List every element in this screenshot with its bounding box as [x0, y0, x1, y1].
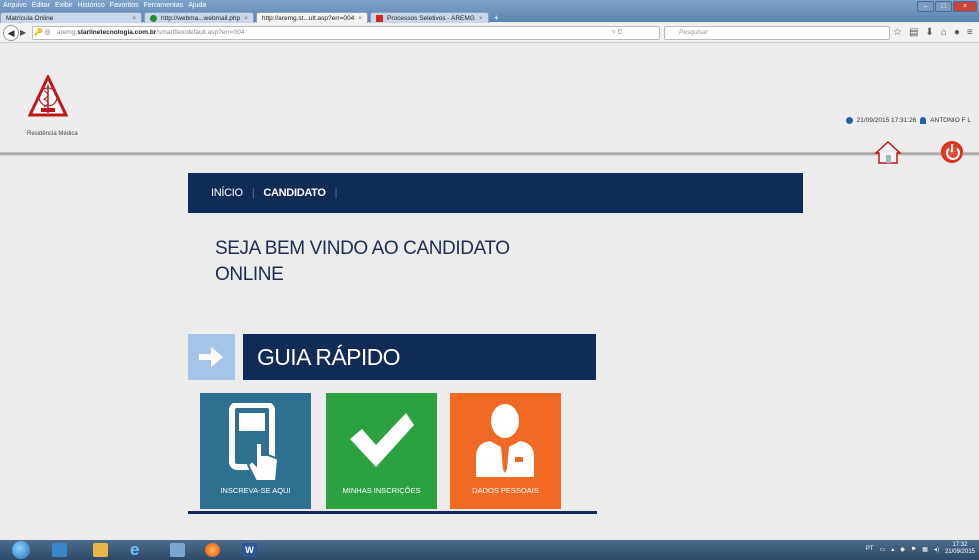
volume-icon[interactable]: ◂) [934, 546, 939, 553]
address-bar[interactable]: aremg.starlinetecnologia.com.br/smartfle… [32, 26, 660, 40]
user-icon [920, 117, 927, 124]
firefox-icon[interactable] [205, 543, 220, 557]
word-icon[interactable]: W [242, 543, 257, 557]
bookmark-star-icon[interactable]: ☆ [893, 27, 902, 38]
personal-data-tile-button[interactable]: DADOS PESSOAIS [450, 393, 561, 509]
session-datetime: 21/09/2015 17:31:26 [856, 117, 917, 124]
back-button[interactable]: ◀ [3, 25, 19, 41]
minimize-button[interactable]: – [917, 1, 934, 12]
aremg-favicon-icon [376, 15, 384, 22]
nav-separator: | [334, 187, 338, 199]
quick-guide-title: GUIA RÁPIDO [243, 334, 596, 380]
guide-arrow-box [188, 334, 235, 380]
tile-label: DADOS PESSOAIS [472, 486, 539, 495]
navigation-bar: ◀ ▶ aremg.starlinetecnologia.com.br/smar… [0, 23, 979, 43]
subscribe-tile-button[interactable]: INSCREVA-SE AQUI [200, 393, 311, 509]
welcome-line-1: SEJA BEM VINDO AO CANDIDATO [215, 238, 510, 259]
toolbar-icons: ☆ ▤ ⬇ ⌂ ● ≡ [893, 27, 973, 38]
flag-icon[interactable]: ⚑ [911, 546, 916, 553]
download-icon[interactable]: ⬇ [925, 27, 933, 38]
clock-time: 17:32 [952, 542, 968, 548]
home-toolbar-icon[interactable]: ⌂ [941, 27, 947, 38]
browser-title-bar: Arquivo Editar Exibir Histórico Favorito… [0, 0, 979, 24]
language-indicator[interactable]: PT [866, 546, 874, 552]
file-explorer-icon[interactable] [93, 543, 108, 557]
menu-icon[interactable]: ≡ [967, 27, 973, 38]
clock-date: 21/09/2015 [944, 549, 975, 555]
windows-taskbar: e W PT ▭ ▴ ◆ ⚑ ▦ ◂) 17:32 21/09/2015 [0, 540, 979, 560]
search-input[interactable]: Pesquisar [664, 26, 890, 40]
checkmark-icon [350, 413, 414, 467]
content-breadcrumb-nav: INÍCIO | CANDIDATO | [188, 173, 803, 213]
nav-candidato-link[interactable]: CANDIDATO [263, 187, 326, 199]
content-bottom-rule [188, 511, 597, 514]
logo-triangle-icon [27, 73, 69, 117]
maximize-button[interactable]: □ [935, 1, 952, 12]
person-icon [476, 404, 534, 477]
tray-expand-icon[interactable]: ▴ [891, 546, 894, 553]
url-domain: starlinetecnologia.com.br [77, 29, 157, 36]
tablet-touch-icon [229, 403, 280, 482]
app-icon[interactable] [170, 543, 185, 557]
close-window-button[interactable]: × [953, 1, 977, 12]
taskbar-clock[interactable]: 17:32 21/09/2015 [945, 542, 975, 556]
reload-icon[interactable]: ▿ C [612, 28, 623, 36]
arrow-right-icon [199, 347, 223, 367]
header-divider [0, 151, 979, 156]
nav-inicio-link[interactable]: INÍCIO [211, 187, 243, 199]
url-prefix: aremg. [57, 29, 78, 36]
aremg-logo[interactable] [27, 73, 69, 134]
url-path: /smartflex/default.asp?err=004 [156, 29, 245, 36]
home-icon[interactable] [874, 140, 902, 169]
chat-icon[interactable]: ● [954, 27, 960, 38]
user-info: 21/09/2015 17:31:26 ANTONIO F L [845, 117, 971, 124]
window-controls: – □ × [917, 1, 977, 12]
page-header [0, 44, 979, 149]
site-identity-icon[interactable]: 🔑 ◎ [34, 28, 51, 36]
logo-caption: Residência Médica [27, 131, 78, 137]
nav-separator: | [251, 187, 255, 199]
clock-icon [845, 117, 853, 124]
welcome-line-2: ONLINE [215, 264, 284, 285]
start-button[interactable] [12, 541, 30, 559]
my-subscriptions-tile-button[interactable]: MINHAS INSCRIÇÕES [326, 393, 437, 509]
forward-button[interactable]: ▶ [20, 28, 26, 37]
keyboard-icon[interactable]: ▭ [880, 546, 886, 553]
media-player-icon[interactable] [52, 543, 67, 557]
welcome-heading: SEJA BEM VINDO AO CANDIDATO ONLINE [215, 236, 635, 288]
eye-icon [150, 15, 157, 22]
internet-explorer-icon[interactable]: e [130, 541, 145, 558]
shield-icon[interactable]: ◆ [900, 546, 905, 553]
tile-label: INSCREVA-SE AQUI [220, 486, 291, 495]
tile-label: MINHAS INSCRIÇÕES [342, 486, 421, 495]
bookmarks-list-icon[interactable]: ▤ [909, 27, 918, 38]
network-icon[interactable]: ▦ [922, 546, 928, 553]
user-name: ANTONIO F L [930, 117, 971, 124]
logout-power-icon[interactable] [941, 141, 963, 163]
system-tray: PT ▭ ▴ ◆ ⚑ ▦ ◂) 17:32 21/09/2015 [866, 542, 975, 556]
